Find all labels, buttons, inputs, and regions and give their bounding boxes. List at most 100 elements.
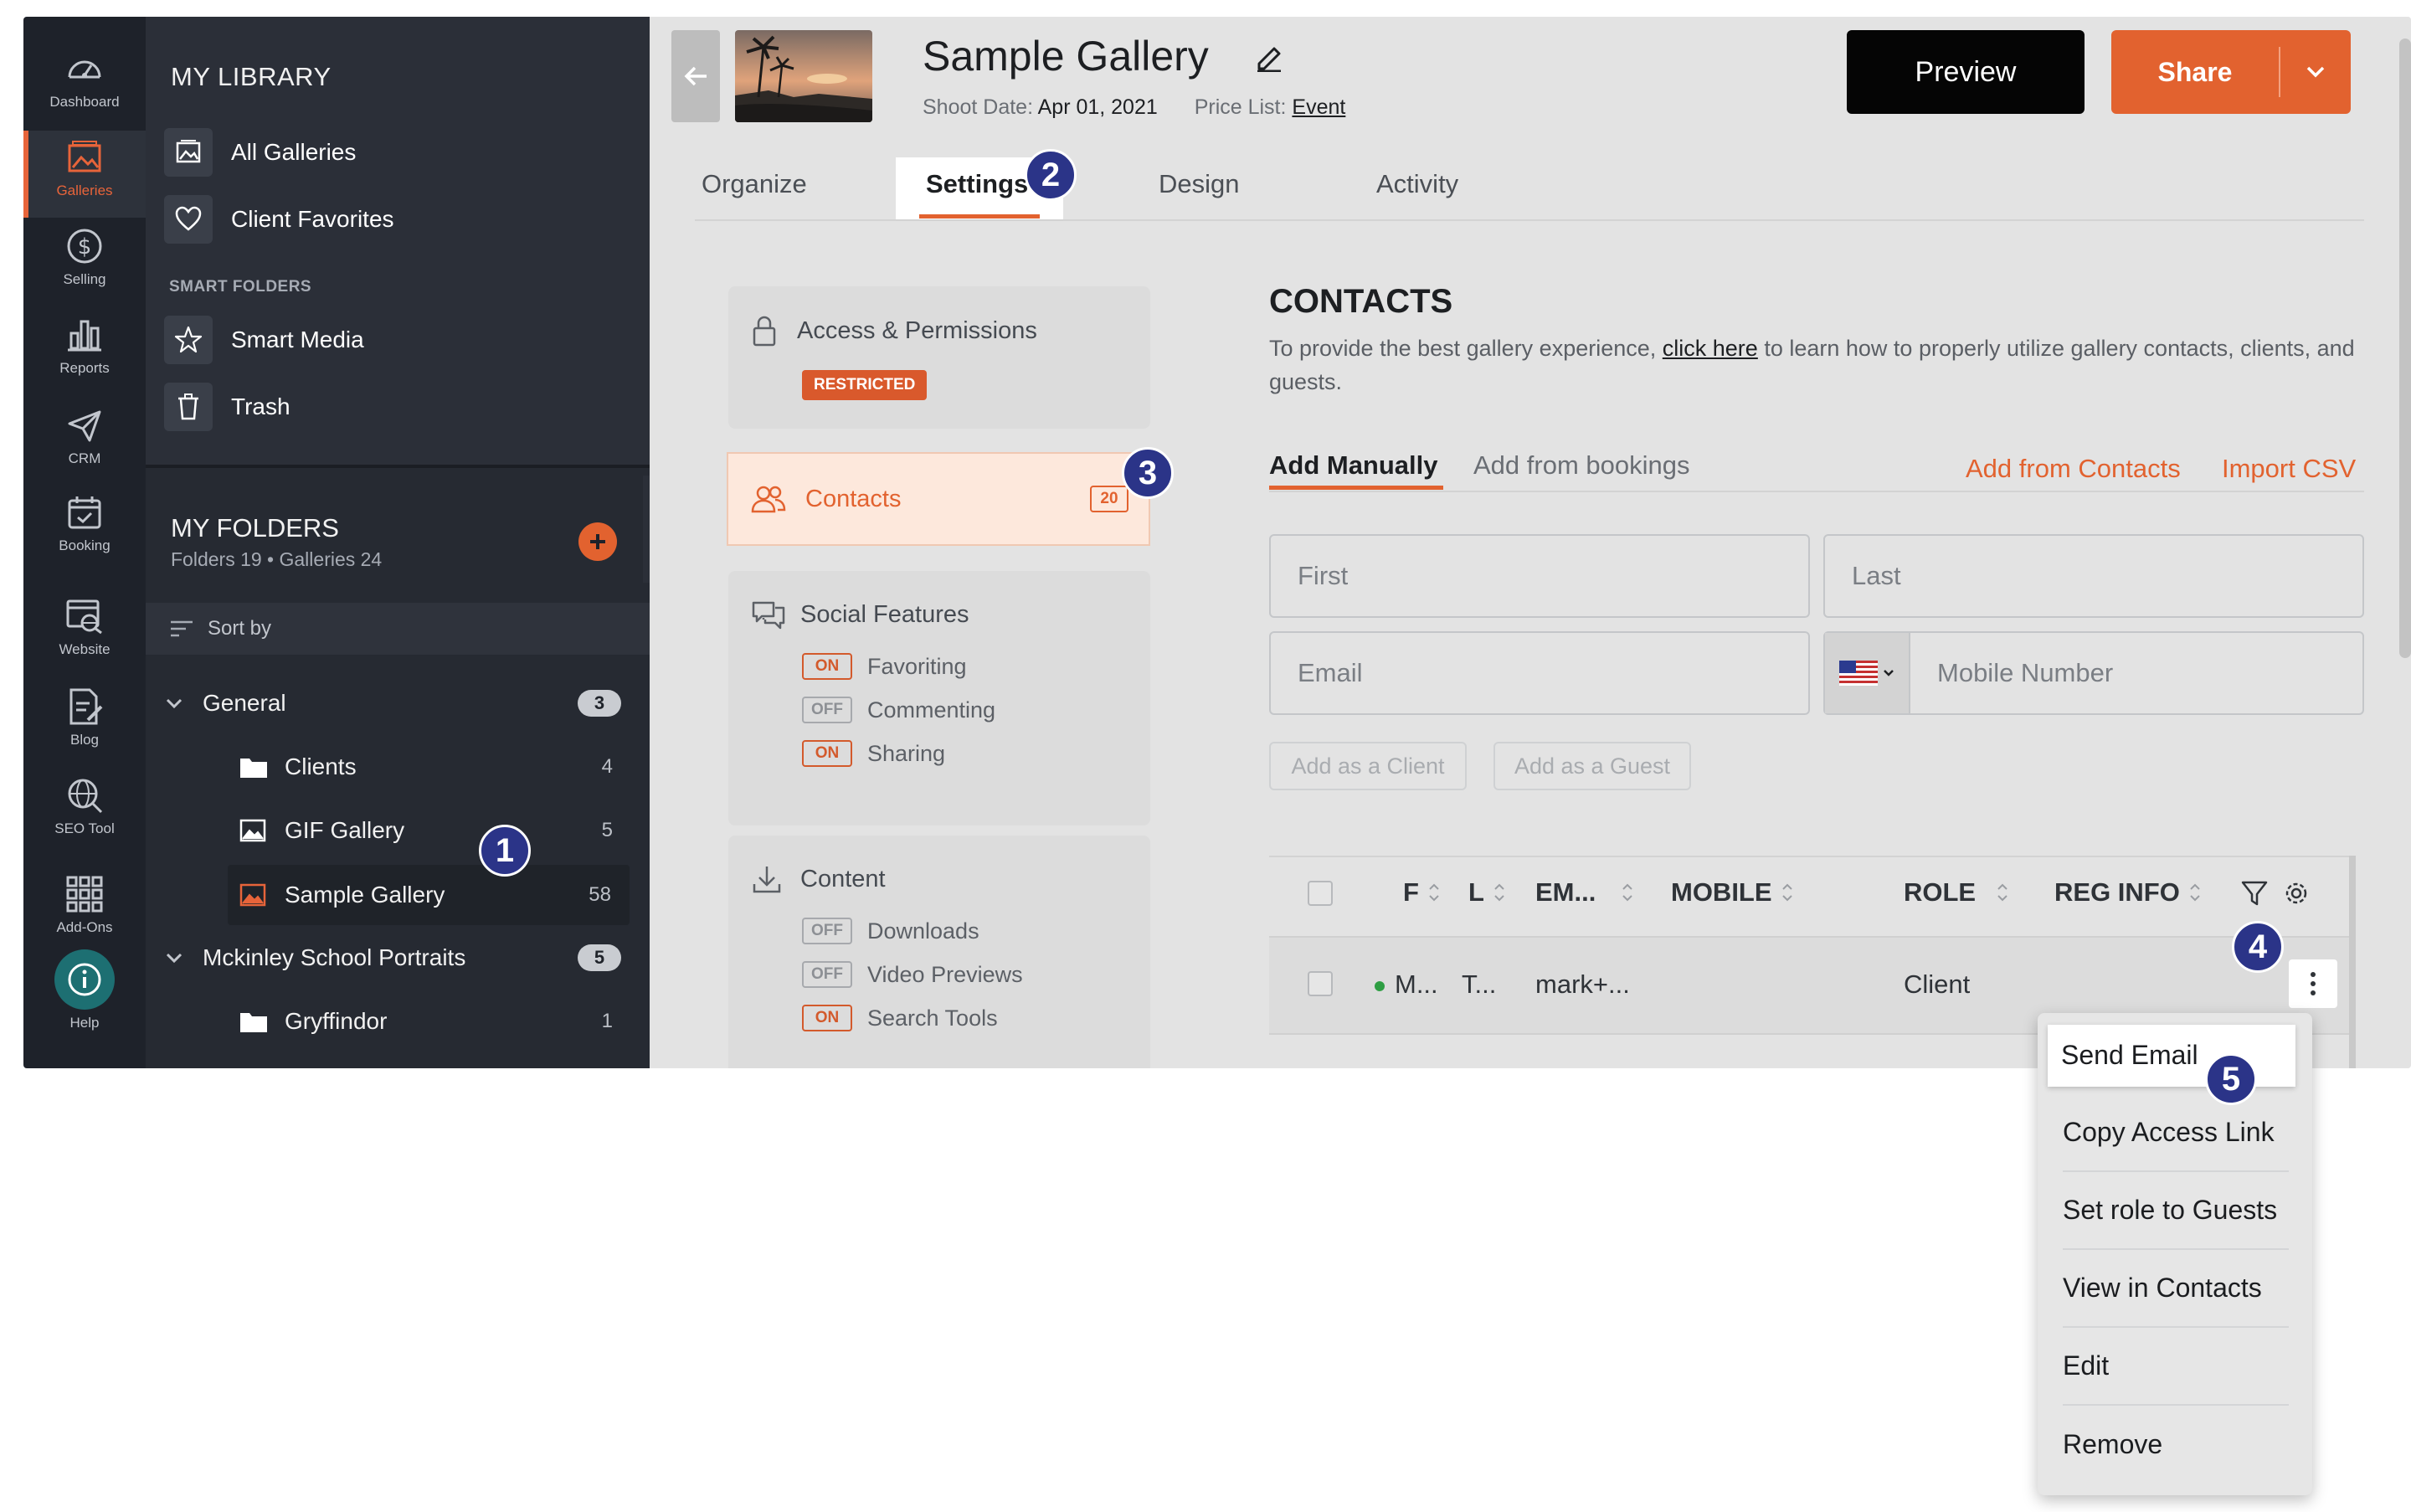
rail-seo[interactable]: SEO Tool [23, 769, 146, 856]
rail-label: SEO Tool [54, 820, 115, 836]
import-csv-link[interactable]: Import CSV [2222, 454, 2356, 484]
add-as-guest-button[interactable]: Add as a Guest [1493, 742, 1691, 790]
chat-bubbles-icon [752, 601, 785, 630]
col-first-header[interactable]: F [1403, 877, 1441, 908]
filter-icon[interactable] [2240, 879, 2269, 908]
rail-label: Blog [69, 732, 100, 748]
rail-blog[interactable]: Blog [23, 680, 146, 767]
access-permissions-card[interactable]: Access & Permissions RESTRICTED [728, 286, 1150, 429]
mobile-field: Mobile Number [1823, 631, 2364, 715]
access-permissions-label: Access & Permissions [797, 316, 1037, 344]
galleries-image-icon [68, 141, 101, 172]
gear-icon[interactable] [2282, 879, 2311, 908]
help-button[interactable] [54, 949, 115, 1010]
folder-gryffindor[interactable]: Gryffindor 1 [239, 996, 650, 1047]
state-badge: ON [802, 653, 852, 680]
folder-mckinley[interactable]: Mckinley School Portraits 5 [164, 933, 650, 983]
col-email-header[interactable]: EM... [1535, 877, 1634, 908]
chevron-down-icon[interactable] [2306, 65, 2326, 79]
chevron-down-icon [1884, 670, 1894, 676]
gallery-cover-thumbnail [735, 30, 872, 122]
flag-label: Search Tools [867, 1005, 998, 1031]
menu-copy-access-link[interactable]: Copy Access Link [2063, 1094, 2289, 1172]
trash-item[interactable]: Trash [164, 381, 290, 433]
rail-label: Help [69, 1015, 100, 1031]
share-button[interactable]: Share [2111, 30, 2351, 114]
price-list-link[interactable]: Event [1292, 95, 1345, 119]
step-badge-5: 5 [2205, 1053, 2257, 1105]
social-features-label: Social Features [800, 600, 969, 628]
tab-activity[interactable]: Activity [1376, 169, 1458, 199]
rail-label: Selling [63, 271, 106, 287]
last-name-field[interactable]: Last [1823, 534, 2364, 618]
click-here-link[interactable]: click here [1663, 336, 1758, 361]
content-card[interactable]: Content OFF Downloads OFF Video Previews O… [728, 836, 1150, 1068]
rail-help[interactable]: Help [23, 946, 146, 1047]
menu-remove[interactable]: Remove [2063, 1406, 2289, 1484]
rail-selling[interactable]: $ Selling [23, 219, 146, 306]
rail-booking[interactable]: Booking [23, 486, 146, 573]
rail-galleries[interactable]: Galleries [23, 131, 146, 218]
gallery-gif[interactable]: GIF Gallery 5 [239, 805, 650, 856]
col-last-header[interactable]: L [1468, 877, 1506, 908]
row-actions-button[interactable] [2289, 959, 2337, 1008]
my-library-heading: MY LIBRARY [171, 62, 332, 91]
folder-count: 5 [601, 819, 613, 841]
rail-label: Galleries [56, 183, 113, 198]
email-field[interactable]: Email [1269, 631, 1810, 715]
rail-addons[interactable]: Add-Ons [23, 867, 146, 954]
page-scrollbar[interactable] [2399, 39, 2411, 658]
menu-set-role-guests[interactable]: Set role to Guests [2063, 1172, 2289, 1250]
heart-icon [175, 206, 202, 231]
col-reg-info-header[interactable]: REG INFO [2054, 877, 2202, 908]
sort-arrows-icon [1429, 883, 1439, 902]
preview-button[interactable]: Preview [1847, 30, 2085, 114]
step-badge-2: 2 [1025, 149, 1077, 201]
country-code-select[interactable] [1825, 633, 1910, 713]
folder-clients[interactable]: Clients 4 [239, 742, 650, 792]
add-from-contacts-link[interactable]: Add from Contacts [1966, 454, 2181, 484]
state-badge: ON [802, 1005, 852, 1031]
smart-media-item[interactable]: Smart Media [164, 314, 364, 366]
folder-count: 58 [589, 883, 611, 906]
social-features-card[interactable]: Social Features ON Favoriting OFF Commenti… [728, 571, 1150, 825]
commenting-flag: OFF Commenting [802, 697, 995, 723]
smart-folders-heading: SMART FOLDERS [169, 278, 312, 296]
first-name-field[interactable]: First [1269, 534, 1810, 618]
lib-item-label: Trash [231, 393, 290, 419]
tab-organize[interactable]: Organize [702, 169, 807, 199]
all-galleries-item[interactable]: All Galleries [164, 126, 356, 178]
edit-pencil-icon[interactable] [1254, 42, 1284, 72]
col-mobile-header[interactable]: MOBILE [1671, 877, 1794, 908]
contacts-nav-active[interactable]: Contacts 20 [727, 452, 1150, 546]
tab-design[interactable]: Design [1159, 169, 1240, 199]
cell-last: T... [1462, 969, 1497, 999]
select-all-checkbox[interactable] [1308, 881, 1333, 906]
table-scrollbar[interactable] [2349, 856, 2356, 1068]
col-role-header[interactable]: ROLE [1904, 877, 2009, 908]
row-checkbox[interactable] [1308, 971, 1333, 996]
rail-dashboard[interactable]: Dashboard [23, 42, 146, 129]
menu-edit[interactable]: Edit [2063, 1328, 2289, 1406]
add-folder-button[interactable] [578, 522, 617, 561]
add-as-client-button[interactable]: Add as a Client [1269, 742, 1467, 790]
rail-crm[interactable]: CRM [23, 399, 146, 486]
sort-arrows-icon [1494, 883, 1504, 902]
menu-view-in-contacts[interactable]: View in Contacts [2063, 1250, 2289, 1328]
seo-globe-icon [68, 779, 103, 814]
folder-general[interactable]: General 3 [164, 678, 650, 728]
tab-add-manually[interactable]: Add Manually [1269, 450, 1438, 481]
sort-by-control[interactable]: Sort by [146, 603, 650, 655]
mobile-input[interactable]: Mobile Number [1937, 658, 2113, 688]
price-list-label: Price List: [1194, 95, 1287, 119]
rail-reports[interactable]: Reports [23, 308, 146, 395]
tab-add-from-bookings[interactable]: Add from bookings [1473, 450, 1689, 481]
gallery-sample-selected[interactable]: Sample Gallery 58 [228, 865, 630, 925]
rail-website[interactable]: Website [23, 589, 146, 676]
folder-icon [240, 759, 267, 778]
sort-by-label: Sort by [208, 617, 272, 640]
back-button[interactable] [671, 30, 720, 122]
grid-icon [66, 876, 103, 913]
client-favorites-item[interactable]: Client Favorites [164, 193, 394, 245]
main-content: Sample Gallery Shoot Date: Apr 01, 2021 … [650, 17, 2411, 1068]
